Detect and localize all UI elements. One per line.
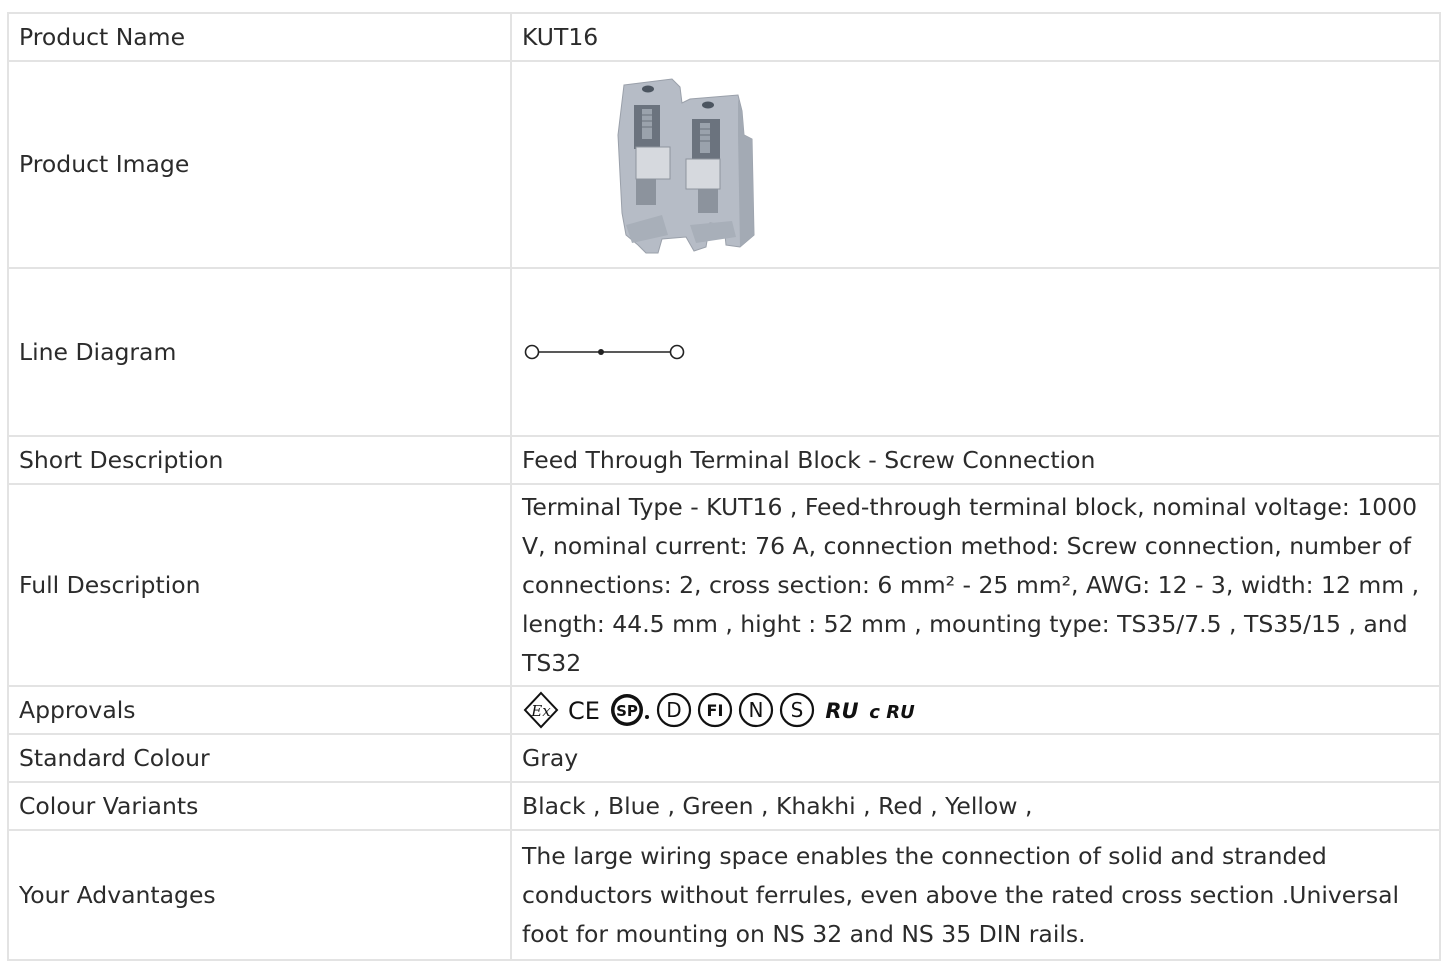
approvals-icons: Ex CE SP D FI N S RU c RU <box>522 690 1429 730</box>
ce-mark-icon: CE <box>563 691 605 729</box>
svg-text:Ex: Ex <box>530 702 551 720</box>
value-short-description: Feed Through Terminal Block - Screw Conn… <box>510 435 1441 485</box>
product-spec-table: Product Name KUT16 Product Image Line Di… <box>7 12 1441 961</box>
line-diagram-icon <box>524 344 685 360</box>
value-product-image <box>510 60 1441 269</box>
value-your-advantages: The large wiring space enables the conne… <box>510 829 1441 961</box>
value-full-description: Terminal Type - KUT16 , Feed-through ter… <box>510 483 1441 687</box>
label-short-description: Short Description <box>7 435 512 485</box>
svg-text:S: S <box>791 698 804 722</box>
svg-text:c RU: c RU <box>869 702 915 723</box>
atex-ex-icon: Ex <box>522 691 560 729</box>
svg-text:RU: RU <box>825 699 858 723</box>
ul-recognized-icon: RU <box>819 691 865 729</box>
label-product-name: Product Name <box>7 12 512 62</box>
label-colour-variants: Colour Variants <box>7 781 512 831</box>
label-product-image: Product Image <box>7 60 512 269</box>
label-full-description: Full Description <box>7 483 512 687</box>
value-approvals: Ex CE SP D FI N S RU c RU <box>510 685 1441 735</box>
label-your-advantages: Your Advantages <box>7 829 512 961</box>
value-line-diagram <box>510 267 1441 437</box>
row-short-description: Short Description Feed Through Terminal … <box>7 435 1441 485</box>
row-approvals: Approvals Ex CE SP D FI N S RU c RU <box>7 685 1441 735</box>
demko-d-icon: D <box>655 691 693 729</box>
nemko-n-icon: N <box>737 691 775 729</box>
row-standard-colour: Standard Colour Gray <box>7 733 1441 783</box>
label-approvals: Approvals <box>7 685 512 735</box>
label-standard-colour: Standard Colour <box>7 733 512 783</box>
svg-text:D: D <box>666 698 681 722</box>
row-line-diagram: Line Diagram <box>7 267 1441 437</box>
row-colour-variants: Colour Variants Black , Blue , Green , K… <box>7 781 1441 831</box>
row-product-image: Product Image <box>7 60 1441 269</box>
row-product-name: Product Name KUT16 <box>7 12 1441 62</box>
row-your-advantages: Your Advantages The large wiring space e… <box>7 829 1441 961</box>
svg-text:SP: SP <box>616 702 638 720</box>
csa-icon: SP <box>608 691 652 729</box>
svg-text:FI: FI <box>707 701 724 720</box>
svg-text:N: N <box>749 698 764 722</box>
semko-s-icon: S <box>778 691 816 729</box>
value-standard-colour: Gray <box>510 733 1441 783</box>
fimko-fi-icon: FI <box>696 691 734 729</box>
value-product-name: KUT16 <box>510 12 1441 62</box>
cul-recognized-icon: c RU <box>868 691 916 729</box>
product-image <box>617 77 755 253</box>
label-line-diagram: Line Diagram <box>7 267 512 437</box>
svg-text:CE: CE <box>568 697 600 725</box>
value-colour-variants: Black , Blue , Green , Khakhi , Red , Ye… <box>510 781 1441 831</box>
row-full-description: Full Description Terminal Type - KUT16 ,… <box>7 483 1441 687</box>
